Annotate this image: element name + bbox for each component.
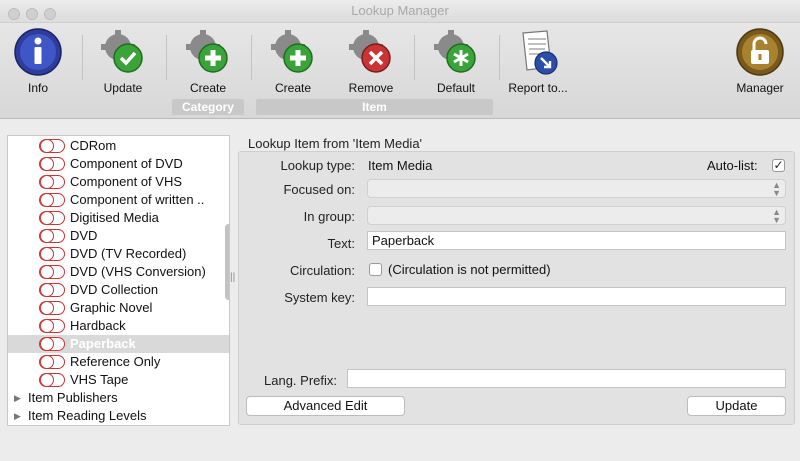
title-bar: Lookup Manager [0,0,800,23]
gear-add-icon [271,30,313,73]
lookup-items-list[interactable]: CDRom Component of DVD Component of VHS … [7,135,230,426]
lookup-manager-window: Lookup Manager Info Update Create Create… [0,0,800,461]
gear-check-icon [101,30,143,73]
list-item[interactable]: Component of written .. [8,191,229,209]
info-icon [14,28,62,76]
list-item-selected[interactable]: Paperback [8,335,229,353]
lookup-type-label: Lookup type: [280,158,355,173]
toggle-switch[interactable] [39,337,65,351]
remove-label: Remove [348,81,394,95]
default-label: Default [436,81,476,95]
auto-list-checkbox[interactable]: ✓ [772,159,785,172]
toggle-switch[interactable] [39,139,65,153]
auto-list-label: Auto-list: [707,158,758,173]
list-item[interactable]: DVD (VHS Conversion) [8,263,229,281]
list-item[interactable]: CDRom [8,137,229,155]
toggle-switch[interactable] [39,229,65,243]
toggle-switch[interactable] [39,211,65,225]
category-group-label: Category [172,99,244,115]
gear-star-icon [434,30,476,73]
list-item[interactable]: Reference Only [8,353,229,371]
lang-prefix-label: Lang. Prefix: [264,373,337,388]
list-item[interactable]: Digitised Media [8,209,229,227]
list-item[interactable]: Hardback [8,317,229,335]
manager-label: Manager [736,81,784,95]
list-scrollbar[interactable] [225,224,229,300]
list-item[interactable]: Component of DVD [8,155,229,173]
gear-add-icon [186,30,228,73]
detail-panel: Lookup type: Item Media Auto-list: ✓ Foc… [238,151,795,425]
lock-icon [736,28,784,76]
list-item[interactable]: DVD (TV Recorded) [8,245,229,263]
text-input[interactable]: Paperback [367,231,786,250]
update-label: Update [103,81,143,95]
group-item-publishers[interactable]: ▶ Item Publishers [8,389,229,407]
stepper-arrows-icon: ▲ ▼ [772,180,781,198]
circulation-checkbox[interactable] [369,263,382,276]
split-view-divider[interactable]: || [230,272,236,286]
system-key-input[interactable] [367,287,786,306]
detail-title: Lookup Item from 'Item Media' [248,136,423,151]
update-detail-button[interactable]: Update [687,396,786,416]
minimize-window-button[interactable] [26,8,38,20]
in-group-select[interactable]: ▲ ▼ [367,206,786,225]
window-title: Lookup Manager [351,3,449,18]
in-group-label: In group: [303,209,355,224]
group-item-reading-levels[interactable]: ▶ Item Reading Levels [8,407,229,425]
info-label: Info [27,81,48,95]
focused-on-label: Focused on: [283,182,355,197]
zoom-window-button[interactable] [44,8,56,20]
list-item[interactable]: Component of VHS [8,173,229,191]
circulation-note: (Circulation is not permitted) [388,262,551,277]
toggle-switch[interactable] [39,265,65,279]
focused-on-select[interactable]: ▲ ▼ [367,179,786,198]
report-icon [522,30,558,75]
stepper-arrows-icon: ▲ ▼ [772,207,781,225]
toggle-switch[interactable] [39,373,65,387]
toggle-switch[interactable] [39,319,65,333]
close-window-button[interactable] [8,8,20,20]
lookup-type-value: Item Media [368,158,433,173]
text-label: Text: [327,236,355,251]
report-to-label: Report to... [508,81,568,95]
toggle-switch[interactable] [39,175,65,189]
disclosure-triangle-icon[interactable]: ▶ [14,407,21,425]
toggle-switch[interactable] [39,355,65,369]
toggle-switch[interactable] [39,193,65,207]
list-item[interactable]: DVD Collection [8,281,229,299]
toggle-switch[interactable] [39,247,65,261]
lang-prefix-input[interactable] [347,369,786,388]
circulation-label: Circulation: [289,263,355,278]
toggle-switch[interactable] [39,283,65,297]
toggle-switch[interactable] [39,157,65,171]
item-group-label: Item [256,99,493,115]
list-item[interactable]: VHS Tape [8,371,229,389]
list-item[interactable]: DVD [8,227,229,245]
list-item[interactable]: Graphic Novel [8,299,229,317]
create-category-label: Create [189,81,227,95]
gear-remove-icon [349,30,391,73]
create-item-label: Create [274,81,312,95]
advanced-edit-button[interactable]: Advanced Edit [246,396,405,416]
toolbar: Info Update Create Create Remove Default… [0,23,800,119]
disclosure-triangle-icon[interactable]: ▶ [14,389,21,407]
system-key-label: System key: [284,290,355,305]
toggle-switch[interactable] [39,301,65,315]
